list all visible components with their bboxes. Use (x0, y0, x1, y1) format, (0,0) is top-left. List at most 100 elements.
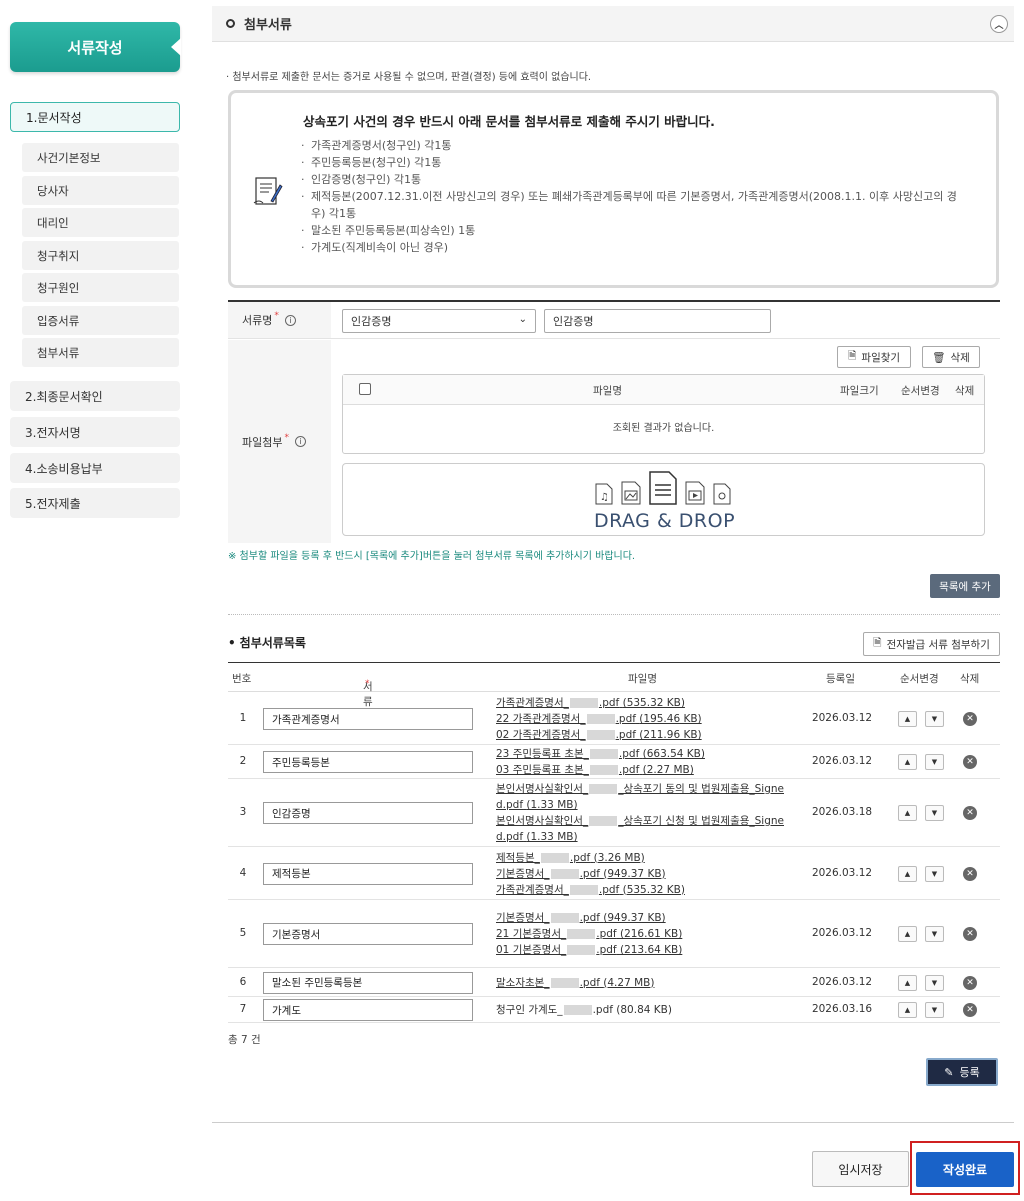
file-link[interactable]: 22 가족관계증명서_ .pdf (195.46 KB) (496, 711, 806, 727)
doc-type-input[interactable]: 제적등본 (263, 862, 473, 885)
sidebar-item-e-sign[interactable]: 3.전자서명 (10, 417, 180, 447)
sidebar-item-payment[interactable]: 4.소송비용납부 (10, 453, 180, 483)
file-link[interactable]: 가족관계증명서_ .pdf (535.32 KB) (496, 882, 806, 898)
complete-button[interactable]: 작성완료 (916, 1152, 1014, 1187)
file-link[interactable]: 02 가족관계증명서_ .pdf (211.96 KB) (496, 727, 806, 743)
file-link[interactable]: 본인서명사실확인서_ _상속포기 동의 및 법원제출용_Signe (496, 781, 806, 797)
delete-row-icon[interactable]: ✕ (963, 927, 977, 941)
file-name-prefix: 제적등본_ (496, 851, 540, 864)
move-up-icon[interactable]: ▲ (898, 805, 917, 821)
notice-label: 첨부서류로 제출한 문서는 증거로 사용될 수 없으며, 판결(결정) 등에 효… (232, 72, 592, 83)
video-file-icon (685, 481, 705, 505)
file-link[interactable]: 01 기본증명서_ .pdf (213.64 KB) (496, 942, 806, 958)
move-down-icon[interactable]: ▼ (925, 926, 944, 942)
move-down-icon[interactable]: ▼ (925, 974, 944, 991)
sidebar-item-e-submit[interactable]: 5.전자제출 (10, 488, 180, 518)
sidebar-item-agent[interactable]: 대리인 (22, 208, 179, 237)
file-link[interactable]: 21 기본증명서_ .pdf (216.61 KB) (496, 926, 806, 942)
delete-row-icon[interactable]: ✕ (963, 975, 977, 990)
required-mark: * (274, 311, 279, 321)
sidebar-item-document[interactable]: 1.문서작성 (10, 102, 180, 132)
file-link[interactable]: 말소자초본_ .pdf (4.27 MB) (496, 975, 806, 991)
file-name-suffix: _상속포기 동의 및 법원제출용_Signe (618, 783, 784, 795)
file-link[interactable]: 본인서명사실확인서_ _상속포기 신청 및 법원제출용_Signe (496, 813, 806, 829)
redacted-block (586, 730, 615, 740)
file-link[interactable]: d.pdf (1.33 MB) (496, 797, 806, 813)
sidebar-item-claim-purpose[interactable]: 청구취지 (22, 241, 179, 270)
add-to-list-button[interactable]: 목록에 추가 (930, 574, 1000, 598)
sidebar-item-evidence[interactable]: 입증서류 (22, 306, 179, 335)
move-down-icon[interactable]: ▼ (925, 805, 944, 821)
redacted-block (589, 784, 618, 794)
redacted-block (540, 852, 569, 863)
file-name-suffix: .pdf (579, 912, 600, 924)
file-link[interactable]: 03 주민등록표 초본_ .pdf (2.27 MB) (496, 762, 806, 778)
file-link[interactable]: 청구인 가계도_ .pdf (80.84 KB) (496, 1002, 806, 1018)
file-link[interactable]: 가족관계증명서_ .pdf (535.32 KB) (496, 695, 806, 711)
required-mark: * (284, 432, 289, 443)
file-attach-text: 파일첨부 (242, 435, 283, 449)
file-size: (213.64 KB) (619, 944, 683, 956)
e-issued-attach-button[interactable]: 🗎 전자발급 서류 첨부하기 (863, 632, 1000, 656)
file-name-prefix: 가족관계증명서_ (496, 883, 569, 896)
collapse-sidebar-icon[interactable] (171, 38, 181, 56)
delete-row-icon[interactable]: ✕ (963, 755, 977, 769)
find-file-button[interactable]: 🗎 파일찾기 (837, 346, 911, 368)
sidebar-item-claim-cause[interactable]: 청구원인 (22, 273, 179, 302)
doc-type-input[interactable]: 말소된 주민등록등본 (263, 971, 473, 994)
doc-type-input[interactable]: 기본증명서 (263, 923, 473, 945)
move-down-icon[interactable]: ▼ (925, 1002, 944, 1018)
redacted-block (589, 816, 618, 826)
register-button[interactable]: ✎ 등록 (926, 1058, 998, 1086)
move-down-icon[interactable]: ▼ (925, 865, 944, 882)
sidebar-item-case-info[interactable]: 사건기본정보 (22, 143, 179, 172)
temp-save-button[interactable]: 임시저장 (812, 1151, 909, 1187)
info-icon[interactable]: i (284, 314, 296, 326)
file-size: (949.37 KB) (603, 867, 666, 880)
file-name-suffix: .pdf (615, 713, 636, 725)
file-search-icon: 🗎 (873, 637, 882, 649)
chevron-up-icon[interactable]: ︿ (990, 15, 1008, 33)
file-link[interactable]: 기본증명서_ .pdf (949.37 KB) (496, 866, 806, 882)
move-down-icon[interactable]: ▼ (925, 754, 944, 770)
doc-type-input[interactable]: 가족관계증명서 (263, 708, 473, 730)
move-up-icon[interactable]: ▲ (898, 711, 917, 727)
section-header: 첨부서류 ︿ (212, 6, 1014, 42)
register-label: 등록 (959, 1066, 980, 1079)
document-pen-icon (253, 177, 283, 205)
sidebar-item-final-check[interactable]: 2.최종문서확인 (10, 381, 180, 411)
doc-type-select[interactable]: 인감증명 ⌄ (342, 309, 536, 333)
delete-row-icon[interactable]: ✕ (963, 866, 977, 881)
select-all-checkbox[interactable] (359, 383, 371, 395)
move-up-icon[interactable]: ▲ (898, 974, 917, 991)
drop-zone[interactable]: ♫ DRAG & DROP (342, 463, 985, 536)
move-up-icon[interactable]: ▲ (898, 865, 917, 882)
delete-row-icon[interactable]: ✕ (963, 712, 977, 726)
doc-name-input[interactable]: 인감증명 (544, 309, 771, 333)
file-link[interactable]: 23 주민등록표 초본_ .pdf (663.54 KB) (496, 746, 806, 762)
sidebar-item-attachments[interactable]: 첨부서류 (22, 338, 179, 367)
info-box: 상속포기 사건의 경우 반드시 아래 문서를 첨부서류로 제출해 주시기 바랍니… (228, 90, 999, 288)
move-down-icon[interactable]: ▼ (925, 711, 944, 727)
delete-row-icon[interactable]: ✕ (963, 806, 977, 820)
delete-row-icon[interactable]: ✕ (963, 1003, 977, 1017)
sidebar-item-parties[interactable]: 당사자 (22, 176, 179, 205)
info-icon[interactable]: i (294, 436, 306, 447)
file-link[interactable]: d.pdf (1.33 MB) (496, 829, 806, 845)
doc-type-value: 인감증명 (351, 315, 392, 328)
delete-file-button[interactable]: 🗑 삭제 (922, 346, 980, 368)
file-link[interactable]: 기본증명서_ .pdf (949.37 KB) (496, 910, 806, 926)
file-link[interactable]: 제적등본_ .pdf (3.26 MB) (496, 850, 806, 866)
doc-type-input[interactable]: 가계도 (263, 999, 473, 1021)
doc-type-input[interactable]: 주민등록등본 (263, 751, 473, 773)
file-name-prefix: 본인서명사실확인서_ (496, 783, 589, 795)
col-order: 순서변경 (900, 673, 939, 685)
redacted-block (589, 765, 618, 775)
reg-date: 2026.03.12 (811, 712, 873, 724)
doc-type-input[interactable]: 인감증명 (263, 802, 473, 824)
bullet-icon (226, 19, 235, 28)
move-up-icon[interactable]: ▲ (898, 754, 917, 770)
row-number: 3 (239, 806, 247, 818)
move-up-icon[interactable]: ▲ (898, 926, 917, 942)
move-up-icon[interactable]: ▲ (898, 1002, 917, 1018)
